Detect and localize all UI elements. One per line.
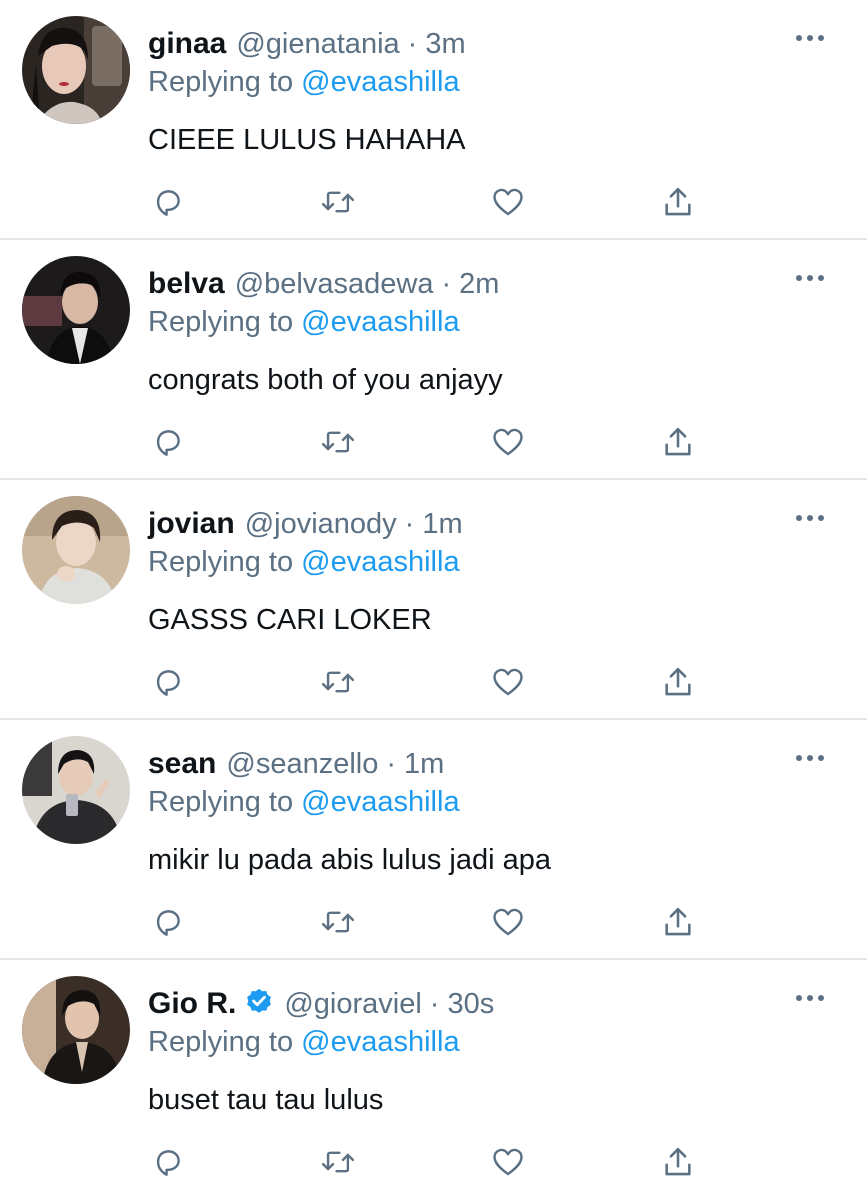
reply-icon[interactable]	[148, 422, 188, 462]
replying-to-label: Replying to	[148, 546, 294, 578]
tweet-header: sean @seanzello · 1m	[148, 744, 444, 784]
separator: ·	[429, 988, 440, 1020]
share-icon[interactable]	[658, 422, 698, 462]
display-name[interactable]: ginaa	[148, 24, 226, 64]
more-options-icon[interactable]	[790, 744, 830, 772]
separator: ·	[404, 508, 415, 540]
share-icon[interactable]	[658, 662, 698, 702]
heart-icon[interactable]	[488, 182, 528, 222]
tweet-text: GASSS CARI LOKER	[148, 604, 432, 636]
retweet-icon[interactable]	[318, 662, 358, 702]
retweet-icon[interactable]	[318, 902, 358, 942]
mention-link[interactable]: @evaashilla	[301, 66, 459, 98]
user-handle[interactable]: @seanzello	[226, 744, 378, 784]
timestamp[interactable]: 1m	[404, 744, 444, 784]
replying-to-line: Replying to @evaashilla	[148, 62, 460, 102]
reply-feed: ginaa @gienatania · 3m Replying to @evaa…	[0, 0, 867, 1200]
replying-to-line: Replying to @evaashilla	[148, 782, 460, 822]
action-bar	[148, 422, 708, 466]
timestamp[interactable]: 30s	[447, 984, 494, 1024]
avatar[interactable]	[22, 496, 130, 604]
tweet-header: Gio R. @gioraviel · 30s	[148, 984, 494, 1024]
user-handle[interactable]: @gienatania	[236, 24, 399, 64]
tweet-text: mikir lu pada abis lulus jadi apa	[148, 844, 551, 876]
replying-to-label: Replying to	[148, 306, 294, 338]
mention-link[interactable]: @evaashilla	[301, 306, 459, 338]
more-options-icon[interactable]	[790, 264, 830, 292]
tweet-text: congrats both of you anjayy	[148, 364, 503, 396]
replying-to-line: Replying to @evaashilla	[148, 542, 460, 582]
reply-tweet[interactable]: ginaa @gienatania · 3m Replying to @evaa…	[0, 0, 867, 240]
share-icon[interactable]	[658, 902, 698, 942]
reply-tweet[interactable]: belva @belvasadewa · 2m Replying to @eva…	[0, 240, 867, 480]
replying-to-line: Replying to @evaashilla	[148, 1022, 460, 1062]
heart-icon[interactable]	[488, 902, 528, 942]
mention-link[interactable]: @evaashilla	[301, 546, 459, 578]
avatar[interactable]	[22, 256, 130, 364]
heart-icon[interactable]	[488, 1142, 528, 1182]
share-icon[interactable]	[658, 182, 698, 222]
retweet-icon[interactable]	[318, 182, 358, 222]
heart-icon[interactable]	[488, 662, 528, 702]
tweet-text: buset tau tau lulus	[148, 1084, 384, 1116]
more-options-icon[interactable]	[790, 24, 830, 52]
separator: ·	[441, 268, 452, 300]
replying-to-line: Replying to @evaashilla	[148, 302, 460, 342]
action-bar	[148, 902, 708, 946]
reply-icon[interactable]	[148, 902, 188, 942]
retweet-icon[interactable]	[318, 1142, 358, 1182]
reply-tweet[interactable]: jovian @jovianody · 1m Replying to @evaa…	[0, 480, 867, 720]
user-handle[interactable]: @jovianody	[245, 504, 397, 544]
reply-tweet[interactable]: sean @seanzello · 1m Replying to @evaash…	[0, 720, 867, 960]
user-handle[interactable]: @belvasadewa	[235, 264, 434, 304]
reply-tweet[interactable]: Gio R. @gioraviel · 30s Replying to @eva…	[0, 960, 867, 1200]
display-name[interactable]: jovian	[148, 504, 235, 544]
tweet-text: CIEEE LULUS HAHAHA	[148, 124, 466, 156]
replying-to-label: Replying to	[148, 786, 294, 818]
separator: ·	[407, 28, 418, 60]
action-bar	[148, 182, 708, 226]
display-name[interactable]: sean	[148, 744, 216, 784]
tweet-header: ginaa @gienatania · 3m	[148, 24, 466, 64]
reply-icon[interactable]	[148, 1142, 188, 1182]
avatar[interactable]	[22, 736, 130, 844]
mention-link[interactable]: @evaashilla	[301, 1026, 459, 1058]
reply-icon[interactable]	[148, 662, 188, 702]
display-name[interactable]: Gio R.	[148, 984, 236, 1024]
heart-icon[interactable]	[488, 422, 528, 462]
tweet-header: belva @belvasadewa · 2m	[148, 264, 499, 304]
retweet-icon[interactable]	[318, 422, 358, 462]
replying-to-label: Replying to	[148, 66, 294, 98]
mention-link[interactable]: @evaashilla	[301, 786, 459, 818]
more-options-icon[interactable]	[790, 984, 830, 1012]
more-options-icon[interactable]	[790, 504, 830, 532]
display-name[interactable]: belva	[148, 264, 225, 304]
timestamp[interactable]: 3m	[425, 24, 465, 64]
timestamp[interactable]: 1m	[422, 504, 462, 544]
verified-badge-icon	[244, 987, 274, 1017]
action-bar	[148, 1142, 708, 1186]
replying-to-label: Replying to	[148, 1026, 294, 1058]
tweet-header: jovian @jovianody · 1m	[148, 504, 463, 544]
share-icon[interactable]	[658, 1142, 698, 1182]
reply-icon[interactable]	[148, 182, 188, 222]
avatar[interactable]	[22, 16, 130, 124]
timestamp[interactable]: 2m	[459, 264, 499, 304]
user-handle[interactable]: @gioraviel	[284, 984, 421, 1024]
avatar[interactable]	[22, 976, 130, 1084]
separator: ·	[386, 748, 397, 780]
action-bar	[148, 662, 708, 706]
